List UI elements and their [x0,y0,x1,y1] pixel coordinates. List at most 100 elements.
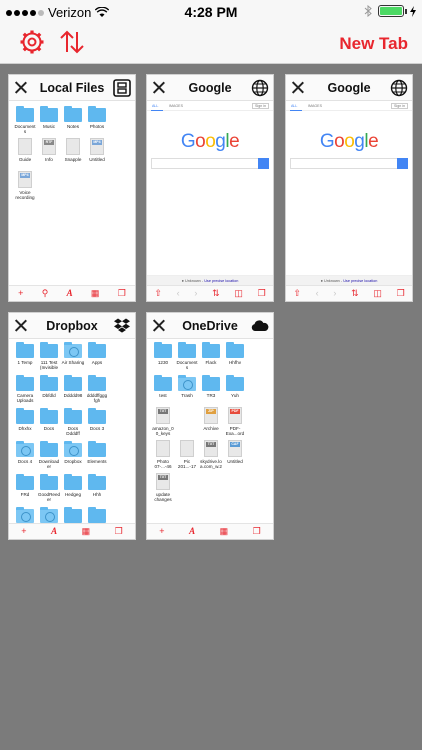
folder-icon [88,408,106,424]
file-item[interactable]: ddddffggg fgh [85,374,109,403]
file-item[interactable]: Pic 201...-17 [175,440,199,469]
file-item[interactable]: RTF Info [37,138,61,167]
bookmarks-icon[interactable]: ◫ [234,289,243,298]
document-icon: TXT [156,407,170,424]
document-icon: TXT [204,440,218,457]
file-item[interactable]: Elements [85,440,109,469]
file-item[interactable]: Hedgeg [61,473,85,502]
file-item[interactable]: Camera Uploads [13,374,37,403]
file-item[interactable]: Document s [175,341,199,370]
folder-icon [40,474,58,490]
file-item[interactable]: Ddddd98 [61,374,85,403]
tab-card-onedrive[interactable]: OneDrive 1230 Document s Flack Hhfhv test Tra… [146,312,274,540]
share-icon[interactable]: ⇧ [293,289,301,298]
file-item[interactable]: Hhfhv [223,341,247,370]
folder-icon [88,106,106,122]
card-header: Dropbox [9,313,135,339]
file-item[interactable]: TR3 [199,374,223,403]
file-item[interactable]: Notes [61,105,85,134]
add-icon[interactable]: + [159,527,164,536]
google-top-nav: ALL IMAGES Sign in [286,101,412,111]
top-bar: Verizon 4:28 PM New Tab [0,0,422,64]
file-item[interactable]: ZIP Archive [199,407,223,436]
file-item[interactable]: Docs 4 [13,440,37,469]
file-item[interactable]: Trash [175,374,199,403]
search-icon[interactable]: ⚲ [42,289,49,298]
tab-card-dropbox[interactable]: Dropbox 1 Temp 111 Test (Invisible Air Sha… [8,312,136,540]
sort-button[interactable] [58,28,88,58]
file-label: 111 Test (Invisible [39,360,59,370]
file-item[interactable]: CAF Untitled [223,440,247,469]
font-icon[interactable]: A [67,289,73,298]
file-item[interactable]: GoodReed er [37,473,61,502]
tab-card-local-files[interactable]: Local Files Document s Music Notes Photos Gu… [8,74,136,302]
forward-icon[interactable]: › [194,289,197,298]
file-item[interactable]: TXT update changes [151,473,175,502]
file-item[interactable]: Dbfdld [37,374,61,403]
tabs-icon[interactable]: ❐ [397,289,405,298]
sort-arrows-icon [60,30,84,54]
file-item[interactable]: Download er [37,440,61,469]
file-item[interactable]: 111 Test (Invisible [37,341,61,370]
file-item[interactable]: Dropbox [61,440,85,469]
document-icon: MP4 [90,138,104,155]
file-item[interactable]: TXT skydrive.lo a.com_w.2 [199,440,223,469]
font-icon[interactable]: A [51,527,57,536]
tab-card-google-1[interactable]: Google ALL IMAGES Sign in Google ● Unkno… [146,74,274,302]
font-icon[interactable]: A [189,527,195,536]
file-item[interactable]: PDF PDF-Exa...ord [223,407,247,436]
file-type-badge: ZIP [206,409,216,414]
file-item[interactable]: other [13,539,37,540]
file-type-badge: MP4 [92,140,102,145]
back-icon[interactable]: ‹ [316,289,319,298]
file-item[interactable]: MP4 Voice recording [13,171,37,200]
sort-arrows-icon[interactable]: ⇅ [212,289,220,298]
google-tab-images: IMAGES [169,104,183,108]
file-item[interactable]: Dhxhx [13,407,37,436]
add-icon[interactable]: + [21,527,26,536]
add-icon[interactable]: + [18,289,23,298]
bookmarks-icon[interactable]: ◫ [373,289,382,298]
file-item[interactable]: test [151,374,175,403]
file-item[interactable]: MP4 Untitled [85,138,109,167]
folder-icon [40,441,58,457]
file-label: Dhxhx [18,426,32,431]
new-tab-button[interactable]: New Tab [339,34,408,54]
forward-icon[interactable]: › [333,289,336,298]
file-item[interactable]: Yuh [223,374,247,403]
tabs-icon[interactable]: ❐ [115,527,123,536]
document-icon [180,440,194,457]
file-item[interactable]: Apps [85,341,109,370]
file-label: Guide [18,157,32,162]
file-item[interactable]: Docs Ddddff [61,407,85,436]
file-item[interactable]: 1230 [151,341,175,370]
file-label: update changes [154,492,172,502]
file-item[interactable]: Guide [13,138,37,167]
settings-button[interactable] [18,28,48,58]
file-item[interactable]: Flack [199,341,223,370]
grid-view-icon[interactable]: ▦ [91,289,100,298]
file-item[interactable]: Document s [13,105,37,134]
back-icon[interactable]: ‹ [177,289,180,298]
file-item[interactable]: 1 Temp [13,341,37,370]
file-item[interactable]: TXT amazon_0 0_keys [151,407,175,436]
tabs-icon[interactable]: ❐ [253,527,261,536]
share-icon[interactable]: ⇧ [154,289,162,298]
grid-view-icon[interactable]: ▦ [82,527,91,536]
file-item[interactable]: Photo 07-...-46 [151,440,175,469]
file-item[interactable]: Docs 3 [85,407,109,436]
tab-card-google-2[interactable]: Google ALL IMAGES Sign in Google ● Unkno… [285,74,413,302]
file-item[interactable]: Hhh [85,473,109,502]
globe-icon [390,79,408,97]
file-item[interactable]: Music [37,105,61,134]
shared-folder-icon [64,441,82,457]
tabs-icon[interactable]: ❐ [258,289,266,298]
tabs-icon[interactable]: ❐ [118,289,126,298]
file-item[interactable]: Photos [85,105,109,134]
file-item[interactable]: Air Sharing [61,341,85,370]
grid-view-icon[interactable]: ▦ [220,527,229,536]
file-item[interactable]: FRd [13,473,37,502]
file-item[interactable]: Snapple [61,138,85,167]
sort-arrows-icon[interactable]: ⇅ [351,289,359,298]
file-item[interactable]: Docs [37,407,61,436]
